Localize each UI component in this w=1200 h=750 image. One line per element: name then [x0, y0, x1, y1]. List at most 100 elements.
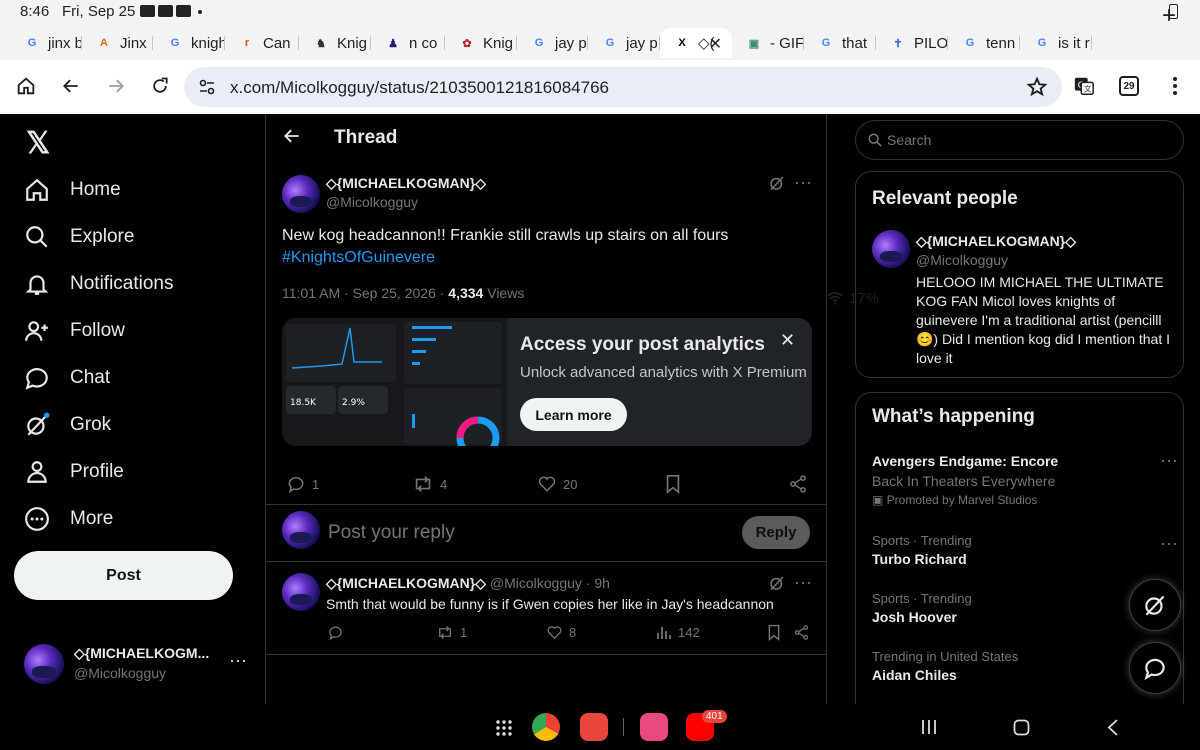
post-author-name[interactable]: ◇{MICHAELKOGMAN}◇ [326, 175, 486, 192]
app-drawer-icon[interactable] [495, 719, 513, 737]
post-text: New kog headcannon!! Frankie still crawl… [282, 225, 802, 269]
back-arrow-icon[interactable] [282, 126, 302, 146]
like-action[interactable]: 20 [537, 474, 577, 494]
tab-0[interactable]: Gjinx b [10, 28, 82, 58]
trend-item[interactable]: Trending in United States Aidan Chiles [872, 649, 1172, 683]
reply-author-name[interactable]: ◇{MICHAELKOGMAN}◇ [326, 575, 486, 591]
reply-post[interactable]: ◇{MICHAELKOGMAN}◇ @Micolkogguy · 9h ··· … [266, 563, 826, 655]
tab-14[interactable]: Gis it r [1020, 28, 1092, 58]
nav-item-home[interactable]: Home [24, 170, 121, 210]
relevant-person-name[interactable]: ◇{MICHAELKOGMAN}◇ [916, 233, 1076, 250]
tab-favicon-icon: A [100, 37, 108, 49]
nav-item-chat[interactable]: Chat [24, 358, 110, 398]
tab-3[interactable]: r Can [225, 28, 299, 58]
back-button[interactable] [59, 74, 83, 98]
translate-button[interactable]: G文 [1072, 74, 1096, 98]
repost-action[interactable]: 1 [436, 624, 467, 641]
home-nav-icon[interactable] [1013, 719, 1030, 736]
camera-app-icon[interactable] [580, 713, 608, 741]
views-action[interactable]: 142 [656, 624, 700, 640]
thread-column: Thread ◇{MICHAELKOGMAN}◇ @Micolkogguy ··… [265, 114, 827, 704]
reply-author-handle[interactable]: @Micolkogguy [490, 575, 582, 591]
tab-1[interactable]: A Jinx [82, 28, 153, 58]
trend-item[interactable]: Sports · Trending Josh Hoover [872, 591, 1172, 625]
nav-item-grok[interactable]: Grok [24, 405, 111, 445]
trend-more-icon[interactable]: ··· [1160, 450, 1178, 471]
url-text[interactable]: x.com/Micolkogguy/status/210350012181608… [230, 78, 609, 98]
new-tab-button[interactable]: + [1162, 2, 1176, 30]
tab-6[interactable]: ✿ Knig [445, 28, 517, 58]
learn-more-button[interactable]: Learn more [520, 398, 627, 431]
kebab-menu-icon [1173, 77, 1177, 95]
trend-item[interactable]: Sports · Trending Turbo Richard [872, 533, 1172, 567]
analytics-preview-image: 18.5K 2.9% [282, 318, 507, 446]
tab-5[interactable]: ♟ n co [371, 28, 445, 58]
tab-11[interactable]: Gthat [804, 28, 876, 58]
reply-more-icon[interactable]: ··· [794, 572, 812, 593]
share-action[interactable] [788, 474, 808, 494]
avatar[interactable] [282, 573, 320, 611]
address-bar[interactable]: x.com/Micolkogguy/status/210350012181608… [184, 67, 1062, 107]
reply-action[interactable]: 1 [286, 474, 319, 494]
avatar[interactable] [872, 230, 910, 268]
tab-7[interactable]: Gjay p [517, 28, 588, 58]
messages-fab[interactable] [1129, 642, 1181, 694]
forward-button[interactable] [104, 74, 128, 98]
post-hashtag[interactable]: #KnightsOfGuinevere [282, 247, 802, 269]
like-action[interactable]: 8 [546, 624, 576, 641]
avatar[interactable] [282, 175, 320, 213]
search-box[interactable]: Search [855, 120, 1184, 160]
site-settings-icon[interactable] [198, 78, 216, 96]
post-timestamp[interactable]: 11:01 AM · Sep 25, 2026 · [282, 285, 448, 301]
tab-2[interactable]: Gknigh [153, 28, 225, 58]
nav-item-follow[interactable]: Follow [24, 311, 125, 351]
reply-button[interactable]: Reply [742, 516, 810, 549]
tab-9[interactable]: X ◇(✕ [660, 28, 732, 58]
nav-item-notifications[interactable]: Notifications [24, 264, 174, 304]
tab-label: - GIF [770, 34, 804, 52]
reply-action[interactable] [327, 624, 344, 641]
tab-13[interactable]: Gtenn [948, 28, 1020, 58]
chrome-app-icon[interactable] [532, 713, 560, 741]
x-logo-icon[interactable]: 𝕏 [26, 126, 50, 161]
account-name: ◇{MICHAELKOGM... [74, 645, 210, 661]
browser-menu-button[interactable] [1163, 74, 1187, 98]
trend-item[interactable]: Avengers Endgame: Encore Back In Theater… [872, 453, 1172, 507]
tab-switcher-button[interactable]: 29 [1119, 76, 1139, 96]
tab-12[interactable]: ✝ PILO [876, 28, 948, 58]
nav-item-profile[interactable]: Profile [24, 452, 124, 492]
account-switcher[interactable]: ◇{MICHAELKOGM... @Micolkogguy ··· [24, 642, 254, 686]
tab-label: jay p [555, 34, 587, 52]
nav-item-explore[interactable]: Explore [24, 217, 134, 257]
trend-more-icon[interactable]: ··· [1160, 533, 1178, 554]
grok-icon[interactable] [768, 174, 786, 192]
tab-favicon-icon: r [244, 37, 250, 49]
close-icon[interactable]: ✕ [780, 330, 795, 351]
left-nav: 𝕏 Home Explore Notifications Follow Chat Grok… [0, 114, 265, 704]
relevant-person-handle[interactable]: @Micolkogguy [916, 252, 1008, 268]
account-more-icon[interactable]: ··· [229, 650, 247, 671]
recents-icon[interactable] [921, 719, 937, 735]
reply-time[interactable]: · 9h [586, 575, 610, 591]
post-more-icon[interactable]: ··· [794, 172, 812, 193]
post-button[interactable]: Post [14, 551, 233, 600]
tab-4[interactable]: ♞ Knig [299, 28, 371, 58]
post-author-handle[interactable]: @Micolkogguy [326, 194, 418, 210]
reload-button[interactable] [148, 74, 172, 98]
home-button[interactable] [14, 74, 38, 98]
close-tab-icon[interactable]: ✕ [709, 34, 722, 54]
nav-item-more[interactable]: More [24, 499, 113, 539]
bookmark-star-icon[interactable] [1026, 76, 1048, 98]
bookmark-action[interactable] [664, 474, 682, 494]
tab-10[interactable]: ▣ - GIF [732, 28, 804, 58]
bookmark-action[interactable] [766, 624, 782, 641]
share-action[interactable] [793, 624, 810, 641]
grok-icon[interactable] [768, 574, 786, 592]
gallery-app-icon[interactable] [640, 713, 668, 741]
reply-input[interactable]: Post your reply [328, 522, 455, 544]
search-input[interactable]: Search [887, 132, 931, 148]
back-nav-icon[interactable] [1107, 719, 1119, 736]
repost-action[interactable]: 4 [412, 474, 447, 494]
grok-fab[interactable] [1129, 579, 1181, 631]
tab-8[interactable]: Gjay p [588, 28, 660, 58]
